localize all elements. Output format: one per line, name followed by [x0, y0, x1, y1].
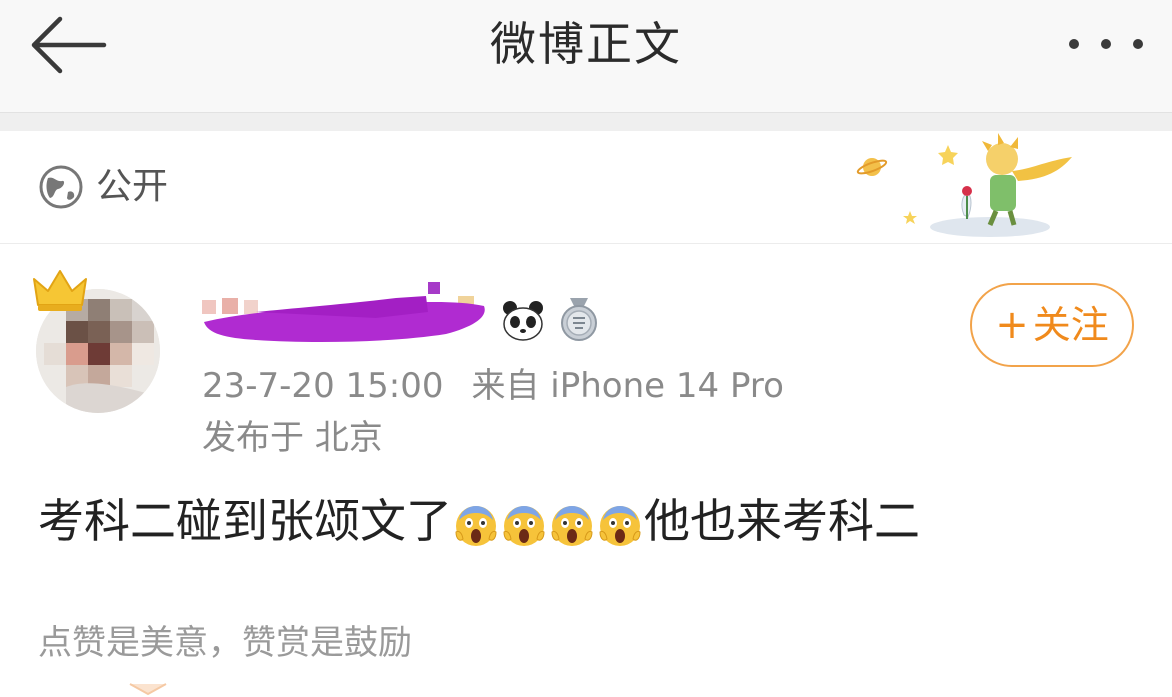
author-name-text: [196, 282, 197, 283]
post-location: 发布于 北京: [202, 418, 383, 458]
reward-prompt: 点赞是美意，赞赏是鼓励: [38, 623, 412, 663]
more-dots-icon[interactable]: [1064, 24, 1148, 64]
post-timestamp: 23-7-20 15:00: [202, 366, 444, 406]
medal-icon: [561, 298, 597, 341]
page-title: 微博正文: [490, 17, 682, 71]
post-meta: 23-7-20 15:00 来自 iPhone 14 Pro: [202, 362, 784, 410]
post-source: 来自 iPhone 14 Pro: [471, 366, 784, 406]
post-text-after: 他也来考科二: [644, 494, 920, 548]
scream-emoji-icon: [551, 505, 593, 546]
post-text-before: 考科二碰到张颂文了: [38, 494, 452, 548]
follow-label: 关注: [1032, 303, 1109, 347]
avatar[interactable]: [30, 265, 180, 415]
emoji-row: [452, 490, 644, 552]
globe-icon: [39, 165, 83, 209]
little-prince-decoration: [856, 133, 1072, 237]
visibility-label: 公开: [96, 166, 169, 207]
section-divider: [0, 113, 1172, 131]
crown-icon: [33, 270, 87, 311]
post-content: 考科二碰到张颂文了 他也来考科二: [38, 490, 920, 552]
top-nav-bar: 微博正文: [0, 0, 1172, 113]
author-name[interactable]: [196, 282, 496, 346]
scream-emoji-icon: [503, 505, 545, 546]
follow-button[interactable]: + 关注: [970, 283, 1134, 367]
scream-emoji-icon: [599, 505, 641, 546]
reward-button-edge[interactable]: [128, 682, 168, 697]
redaction-scribble: [202, 282, 485, 342]
scream-emoji-icon: [455, 505, 497, 546]
visibility-row: 公开: [0, 131, 1172, 244]
panda-icon: [503, 301, 543, 341]
plus-icon: +: [995, 302, 1029, 348]
